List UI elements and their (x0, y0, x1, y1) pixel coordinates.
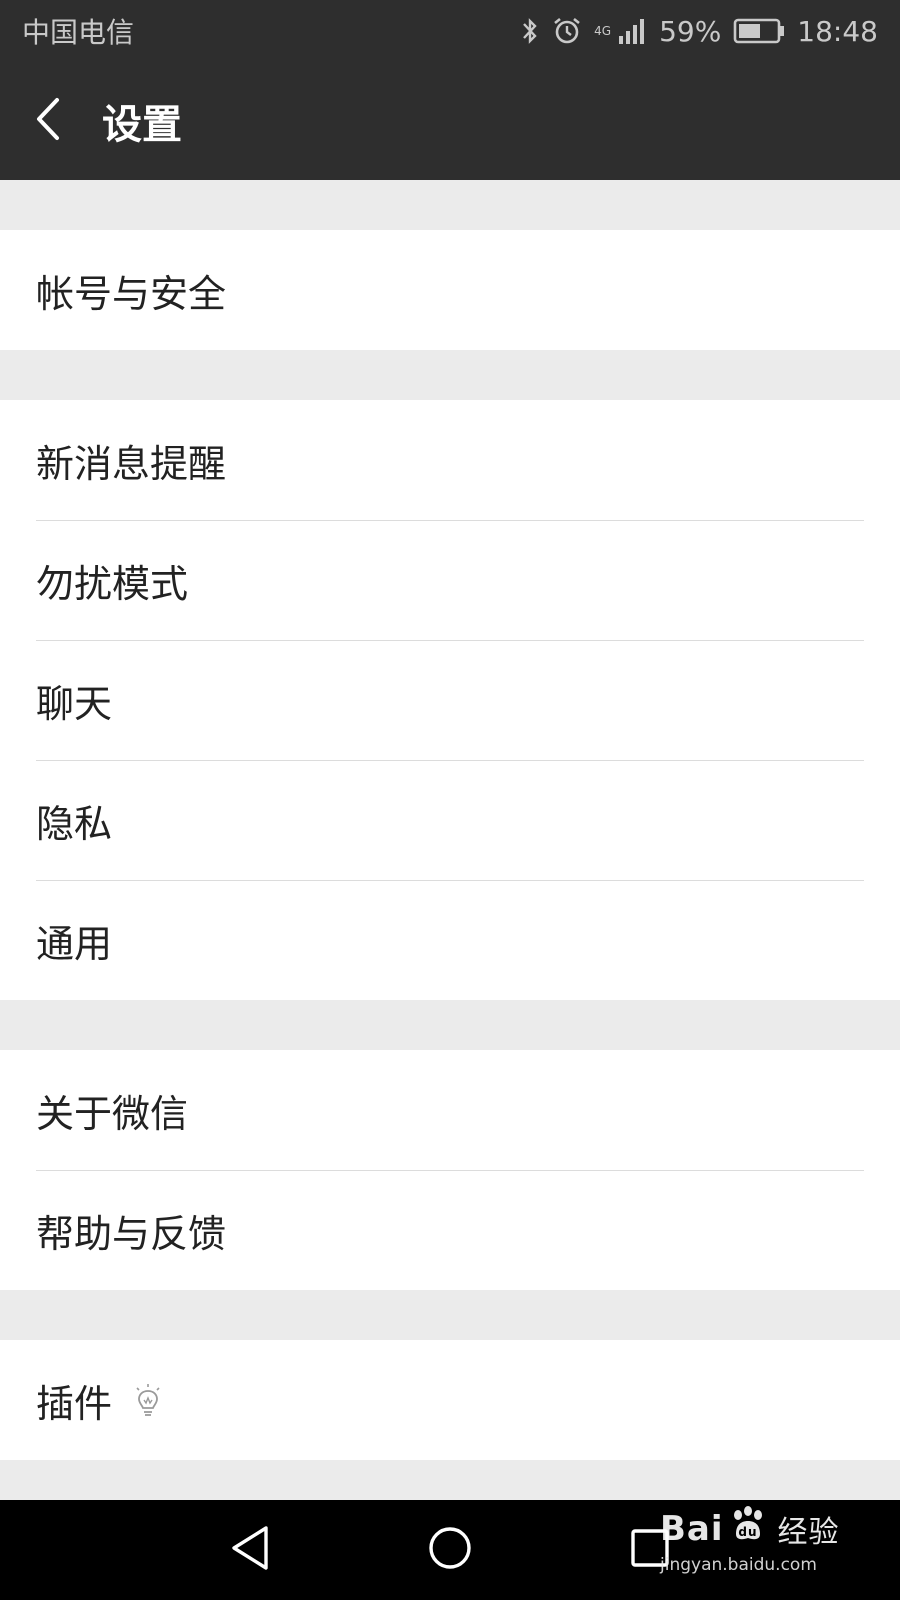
setting-item-about-wechat[interactable]: 关于微信 (0, 1050, 900, 1170)
paw-icon: du (728, 1504, 768, 1553)
network-type: 4G (594, 24, 612, 38)
setting-item-label: 聊天 (36, 681, 113, 726)
settings-list: 帐号与安全 新消息提醒 勿扰模式 聊天 隐私 通用 关于微信 帮助与反馈 插件 (0, 180, 900, 1460)
settings-group-preferences: 新消息提醒 勿扰模式 聊天 隐私 通用 (0, 400, 900, 1000)
setting-item-help-feedback[interactable]: 帮助与反馈 (0, 1170, 900, 1290)
nav-home-button[interactable] (420, 1520, 480, 1580)
chevron-left-icon (33, 96, 63, 146)
status-icons: 4G 59% 18:48 (520, 15, 878, 48)
bluetooth-icon (520, 16, 540, 46)
alarm-icon (552, 16, 582, 46)
setting-item-label: 关于微信 (36, 1091, 189, 1136)
battery-icon (733, 18, 785, 44)
setting-item-label: 帐号与安全 (36, 271, 227, 316)
setting-item-general[interactable]: 通用 (0, 880, 900, 1000)
setting-item-label: 通用 (36, 921, 113, 966)
back-button[interactable] (0, 62, 96, 180)
lightbulb-icon (134, 1383, 162, 1417)
app-bar: 设置 (0, 62, 900, 180)
setting-item-privacy[interactable]: 隐私 (0, 760, 900, 880)
nav-home-icon (427, 1525, 473, 1575)
signal-icon (617, 16, 647, 46)
carrier-label: 中国电信 (22, 16, 135, 49)
setting-item-account-security[interactable]: 帐号与安全 (0, 230, 900, 350)
settings-group-about: 关于微信 帮助与反馈 (0, 1050, 900, 1290)
setting-item-do-not-disturb[interactable]: 勿扰模式 (0, 520, 900, 640)
setting-item-label: 插件 (36, 1381, 113, 1426)
watermark-url: jingyan.baidu.com (660, 1555, 817, 1575)
setting-item-chat[interactable]: 聊天 (0, 640, 900, 760)
page-title: 设置 (102, 102, 182, 148)
watermark-brand-right: 经验 (777, 1514, 840, 1550)
baidu-jingyan-watermark: Bai du 经验 jingyan.baidu.com (660, 1504, 860, 1594)
setting-item-label: 勿扰模式 (36, 561, 189, 606)
battery-percent: 59% (659, 14, 722, 48)
status-bar: 中国电信 4G 59% 18:48 (0, 0, 900, 62)
setting-item-label: 帮助与反馈 (36, 1211, 227, 1256)
setting-item-plugins[interactable]: 插件 (0, 1340, 900, 1460)
setting-item-new-message-alerts[interactable]: 新消息提醒 (0, 400, 900, 520)
nav-back-icon (228, 1524, 272, 1576)
setting-item-label: 新消息提醒 (36, 441, 227, 486)
setting-item-label: 隐私 (36, 801, 113, 846)
settings-group-plugins: 插件 (0, 1340, 900, 1460)
svg-text:du: du (738, 1525, 757, 1539)
nav-back-button[interactable] (220, 1520, 280, 1580)
watermark-brand-left: Bai (660, 1508, 724, 1549)
clock-time: 18:48 (797, 14, 878, 48)
settings-group-account: 帐号与安全 (0, 230, 900, 350)
